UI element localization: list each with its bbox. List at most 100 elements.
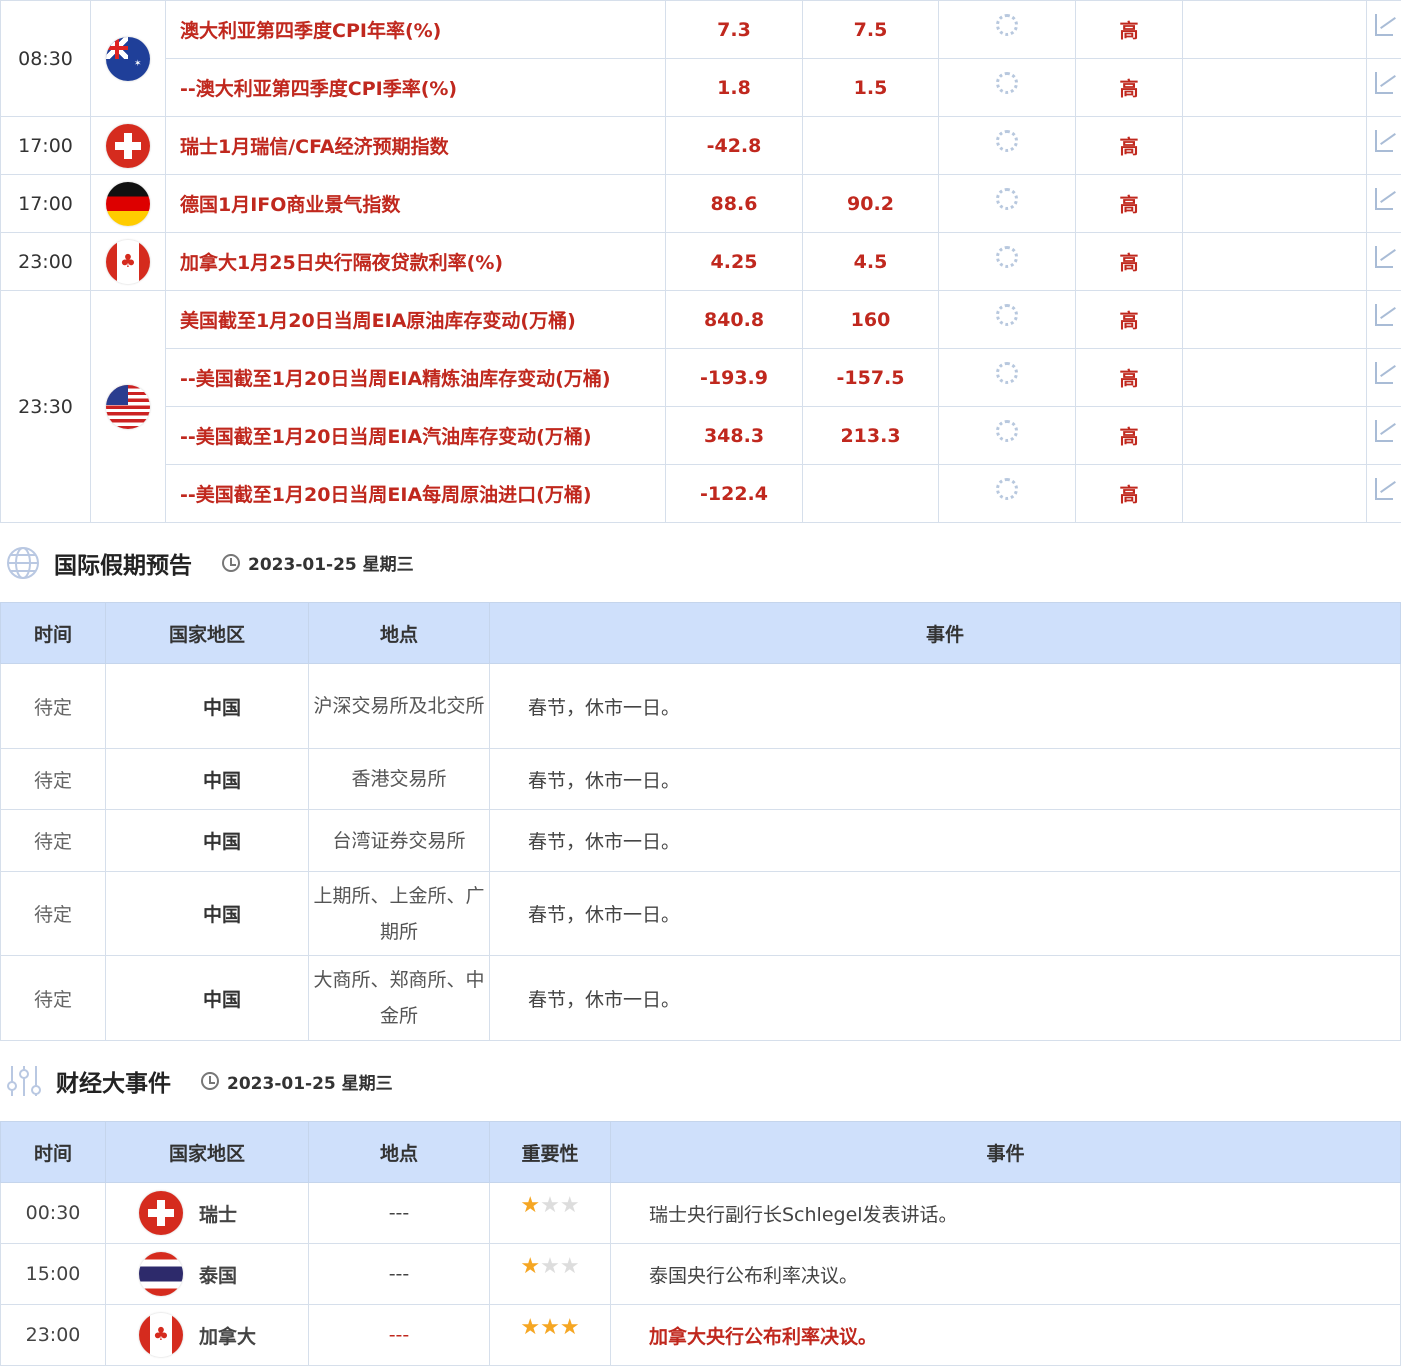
event-name[interactable]: 瑞士1月瑞信/CFA经济预期指数 bbox=[166, 117, 666, 175]
empty-cell bbox=[1183, 1, 1367, 59]
flag-cell bbox=[91, 291, 166, 523]
loading-spinner-icon bbox=[996, 72, 1018, 94]
event-name[interactable]: --美国截至1月20日当周EIA汽油库存变动(万桶) bbox=[166, 407, 666, 465]
switzerland-flag-icon bbox=[106, 124, 150, 168]
holiday-row: 待定中国台湾证券交易所春节，休市一日。 bbox=[1, 810, 1401, 872]
time-cell: 23:30 bbox=[1, 291, 91, 523]
time-cell: 待定 bbox=[1, 810, 106, 872]
chart-icon[interactable] bbox=[1375, 130, 1393, 152]
previous-value: -193.9 bbox=[666, 349, 803, 407]
holiday-row: 待定中国沪深交易所及北交所春节，休市一日。 bbox=[1, 664, 1401, 749]
germany-flag-icon bbox=[106, 182, 150, 226]
forecast-value bbox=[803, 117, 939, 175]
empty-cell bbox=[1183, 291, 1367, 349]
forecast-value: 90.2 bbox=[803, 175, 939, 233]
chart-cell[interactable] bbox=[1367, 117, 1401, 175]
place-cell: --- bbox=[309, 1305, 490, 1366]
importance-label: 高 bbox=[1076, 291, 1183, 349]
importance-label: 高 bbox=[1076, 349, 1183, 407]
event-name[interactable]: 澳大利亚第四季度CPI年率(%) bbox=[166, 1, 666, 59]
sliders-icon bbox=[6, 1064, 42, 1098]
event-row: 00:30瑞士---★★★瑞士央行副行长Schlegel发表讲话。 bbox=[1, 1183, 1401, 1244]
time-cell: 15:00 bbox=[1, 1244, 106, 1305]
chart-cell[interactable] bbox=[1367, 291, 1401, 349]
star-icon: ★ bbox=[540, 1254, 560, 1279]
chart-icon[interactable] bbox=[1375, 72, 1393, 94]
chart-cell[interactable] bbox=[1367, 407, 1401, 465]
calendar-row: --美国截至1月20日当周EIA每周原油进口(万桶)-122.4高 bbox=[1, 465, 1401, 523]
chart-cell[interactable] bbox=[1367, 1, 1401, 59]
event-cell: 春节，休市一日。 bbox=[490, 749, 1401, 810]
holiday-table: 时间国家地区地点事件待定中国沪深交易所及北交所春节，休市一日。待定中国香港交易所… bbox=[0, 602, 1401, 1041]
event-name[interactable]: 加拿大1月25日央行隔夜贷款利率(%) bbox=[166, 233, 666, 291]
chart-icon[interactable] bbox=[1375, 304, 1393, 326]
section-title: 国际假期预告 bbox=[54, 546, 192, 580]
event-name[interactable]: 德国1月IFO商业景气指数 bbox=[166, 175, 666, 233]
chart-icon[interactable] bbox=[1375, 420, 1393, 442]
chart-cell[interactable] bbox=[1367, 233, 1401, 291]
chart-icon[interactable] bbox=[1375, 478, 1393, 500]
holiday-section-header: 国际假期预告 2023-01-25 星期三 bbox=[0, 523, 1401, 602]
chart-cell[interactable] bbox=[1367, 59, 1401, 117]
event-name[interactable]: 美国截至1月20日当周EIA原油库存变动(万桶) bbox=[166, 291, 666, 349]
australia-flag-icon: ✶ bbox=[106, 37, 150, 81]
usa-flag-icon bbox=[106, 385, 150, 429]
importance-label: 高 bbox=[1076, 59, 1183, 117]
event-name[interactable]: --澳大利亚第四季度CPI季率(%) bbox=[166, 59, 666, 117]
star-icon: ★ bbox=[560, 1193, 580, 1218]
chart-icon[interactable] bbox=[1375, 246, 1393, 268]
event-name[interactable]: --美国截至1月20日当周EIA精炼油库存变动(万桶) bbox=[166, 349, 666, 407]
actual-loading bbox=[939, 1, 1076, 59]
event-name[interactable]: --美国截至1月20日当周EIA每周原油进口(万桶) bbox=[166, 465, 666, 523]
column-header: 地点 bbox=[309, 603, 490, 664]
empty-cell bbox=[1183, 407, 1367, 465]
loading-spinner-icon bbox=[996, 246, 1018, 268]
actual-loading bbox=[939, 291, 1076, 349]
previous-value: 7.3 bbox=[666, 1, 803, 59]
chart-cell[interactable] bbox=[1367, 175, 1401, 233]
previous-value: 840.8 bbox=[666, 291, 803, 349]
flag-cell: ♣ bbox=[91, 233, 166, 291]
events-table: 时间国家地区地点重要性事件00:30瑞士---★★★瑞士央行副行长Schlege… bbox=[0, 1121, 1401, 1366]
star-icon: ★ bbox=[540, 1193, 560, 1218]
chart-icon[interactable] bbox=[1375, 188, 1393, 210]
event-cell: 泰国央行公布利率决议。 bbox=[611, 1244, 1401, 1305]
star-icon: ★ bbox=[520, 1315, 540, 1340]
chart-icon[interactable] bbox=[1375, 14, 1393, 36]
loading-spinner-icon bbox=[996, 14, 1018, 36]
event-cell: 瑞士央行副行长Schlegel发表讲话。 bbox=[611, 1183, 1401, 1244]
calendar-row: 08:30✶澳大利亚第四季度CPI年率(%)7.37.5高 bbox=[1, 1, 1401, 59]
column-header: 事件 bbox=[490, 603, 1401, 664]
importance-stars: ★★★ bbox=[490, 1244, 611, 1305]
event-cell: 春节，休市一日。 bbox=[490, 810, 1401, 872]
event-cell: 春节，休市一日。 bbox=[490, 956, 1401, 1041]
section-date: 2023-01-25 星期三 bbox=[201, 1069, 393, 1094]
time-cell: 待定 bbox=[1, 956, 106, 1041]
section-date: 2023-01-25 星期三 bbox=[222, 550, 414, 575]
column-header: 地点 bbox=[309, 1122, 490, 1183]
chart-icon[interactable] bbox=[1375, 362, 1393, 384]
time-cell: 17:00 bbox=[1, 117, 91, 175]
calendar-row: --澳大利亚第四季度CPI季率(%)1.81.5高 bbox=[1, 59, 1401, 117]
loading-spinner-icon bbox=[996, 188, 1018, 210]
importance-label: 高 bbox=[1076, 175, 1183, 233]
column-header: 事件 bbox=[611, 1122, 1401, 1183]
country-cell: 泰国 bbox=[106, 1244, 309, 1305]
empty-cell bbox=[1183, 175, 1367, 233]
holiday-row: 待定中国上期所、上金所、广期所春节，休市一日。 bbox=[1, 872, 1401, 956]
time-cell: 待定 bbox=[1, 872, 106, 956]
time-cell: 待定 bbox=[1, 664, 106, 749]
canada-flag-icon: ♣ bbox=[139, 1313, 183, 1357]
forecast-value: 4.5 bbox=[803, 233, 939, 291]
importance-stars: ★★★ bbox=[490, 1305, 611, 1366]
place-cell: --- bbox=[309, 1183, 490, 1244]
country-cell: 中国 bbox=[106, 749, 309, 810]
time-cell: 17:00 bbox=[1, 175, 91, 233]
country-cell: 中国 bbox=[106, 810, 309, 872]
chart-cell[interactable] bbox=[1367, 349, 1401, 407]
importance-label: 高 bbox=[1076, 465, 1183, 523]
chart-cell[interactable] bbox=[1367, 465, 1401, 523]
time-cell: 23:00 bbox=[1, 1305, 106, 1366]
actual-loading bbox=[939, 465, 1076, 523]
place-cell: 香港交易所 bbox=[309, 749, 490, 810]
